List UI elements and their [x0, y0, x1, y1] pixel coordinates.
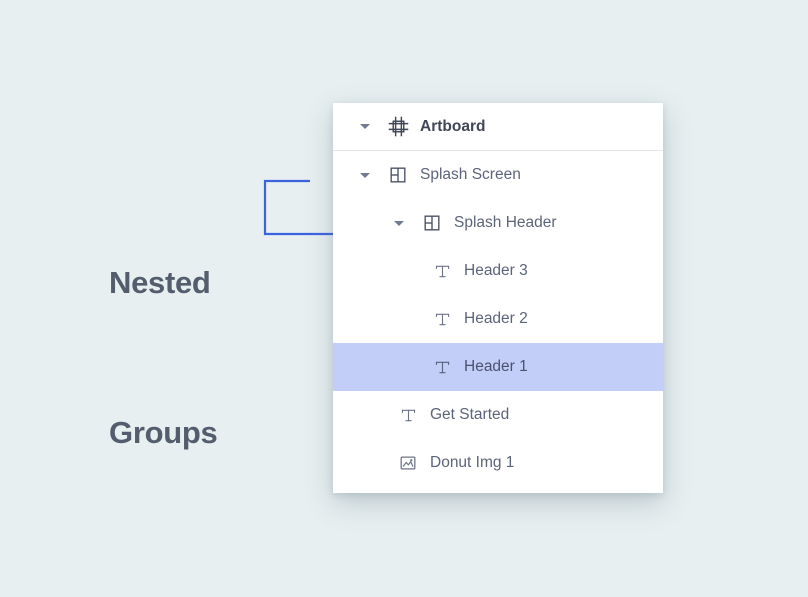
layer-row-label: Splash Header	[454, 214, 557, 231]
group-icon	[387, 164, 409, 186]
chevron-down-icon[interactable]	[355, 117, 375, 137]
layer-row-artboard[interactable]: Artboard	[333, 103, 663, 151]
chevron-down-icon[interactable]	[355, 165, 375, 185]
layer-row-label: Donut Img 1	[430, 454, 515, 471]
layer-row-splash-header[interactable]: Splash Header	[333, 199, 663, 247]
layer-row-label: Get Started	[430, 406, 510, 423]
text-icon	[397, 404, 419, 426]
group-icon	[421, 212, 443, 234]
layer-row-label: Header 2	[464, 310, 528, 327]
layer-row-get-started[interactable]: Get Started	[333, 391, 663, 439]
annotation-label: Nested Groups	[109, 158, 259, 508]
image-icon	[397, 452, 419, 474]
layers-panel: Artboard Splash Screen Splash Header Hea…	[333, 103, 663, 493]
annotation-label-line-1: Nested	[109, 265, 211, 300]
annotation-label-line-2: Groups	[109, 415, 218, 450]
layer-row-label: Splash Screen	[420, 166, 521, 183]
text-icon	[431, 356, 453, 378]
layer-row-label: Artboard	[420, 117, 486, 135]
layer-row-header-3[interactable]: Header 3	[333, 247, 663, 295]
layer-row-label: Header 3	[464, 262, 528, 279]
layer-row-label: Header 1	[464, 358, 528, 375]
layer-row-header-2[interactable]: Header 2	[333, 295, 663, 343]
layer-row-donut-img-1[interactable]: Donut Img 1	[333, 439, 663, 487]
chevron-down-icon[interactable]	[389, 213, 409, 233]
text-icon	[431, 308, 453, 330]
artboard-icon	[387, 116, 409, 138]
layer-row-splash-screen[interactable]: Splash Screen	[333, 151, 663, 199]
layer-row-header-1[interactable]: Header 1	[333, 343, 663, 391]
text-icon	[431, 260, 453, 282]
